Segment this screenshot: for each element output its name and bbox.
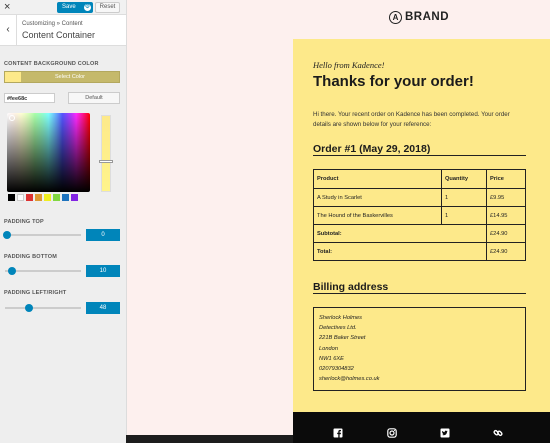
- address-line: 02079304832: [319, 366, 354, 373]
- order-heading-rule: [313, 155, 526, 156]
- billing-heading: Billing address: [313, 281, 389, 293]
- color-picker-handle[interactable]: [9, 115, 15, 121]
- hex-color-input[interactable]: #fee68c: [4, 93, 55, 103]
- facebook-icon[interactable]: [333, 428, 343, 438]
- email-intro-text: Hi there. Your recent order on Kadence h…: [313, 111, 510, 128]
- total-value: £24.90: [486, 242, 526, 261]
- customizer-topbar: × Save ⚙ Reset: [0, 0, 126, 15]
- address-line: NW1 6XE: [319, 355, 344, 362]
- color-palette: [8, 194, 78, 201]
- padding-top-value[interactable]: 0: [86, 229, 120, 241]
- twitter-icon[interactable]: [440, 428, 450, 438]
- palette-swatch[interactable]: [44, 194, 51, 201]
- padding-bottom-value[interactable]: 10: [86, 265, 120, 277]
- table-header-cell: Price: [486, 169, 526, 189]
- order-heading: Order #1 (May 29, 2018): [313, 143, 431, 155]
- table-row: The Hound of the Baskervilles 1 £14.95: [313, 206, 526, 225]
- instagram-icon[interactable]: [387, 428, 397, 438]
- table-cell: 1: [441, 188, 487, 207]
- padding-lr-thumb[interactable]: [25, 304, 33, 312]
- save-label: Save: [62, 4, 76, 10]
- palette-swatch[interactable]: [53, 194, 60, 201]
- table-cell: A Study in Scarlet: [313, 188, 442, 207]
- total-label: Total:: [313, 242, 487, 261]
- table-cell: The Hound of the Baskervilles: [313, 206, 442, 225]
- padding-bottom-label: PADDING BOTTOM: [4, 254, 58, 260]
- gear-icon[interactable]: ⚙: [84, 4, 91, 11]
- back-arrow-icon[interactable]: ‹: [0, 15, 17, 45]
- brand-logo: A BRAND: [389, 9, 449, 25]
- table-cell: 1: [441, 206, 487, 225]
- padding-bottom-slider[interactable]: [5, 270, 81, 272]
- address-line: sherlock@holmes.co.uk: [319, 376, 380, 383]
- email-footer: [293, 412, 550, 443]
- link-icon[interactable]: [493, 428, 503, 438]
- bg-color-label: CONTENT BACKGROUND COLOR: [4, 61, 99, 67]
- table-header-cell: Quantity: [441, 169, 487, 189]
- palette-swatch[interactable]: [71, 194, 78, 201]
- total-row: Total: £24.90: [313, 242, 526, 261]
- padding-lr-slider[interactable]: [5, 307, 81, 309]
- palette-swatch[interactable]: [8, 194, 15, 201]
- billing-address-box: Sherlock Holmes Detectives Ltd. 221B Bak…: [313, 307, 526, 391]
- table-cell: £14.95: [486, 206, 526, 225]
- palette-swatch[interactable]: [35, 194, 42, 201]
- subtotal-row: Subtotal: £24.90: [313, 224, 526, 243]
- address-line: Detectives Ltd.: [319, 325, 357, 332]
- address-line: Sherlock Holmes: [319, 315, 362, 321]
- section-header: ‹ Customizing » Content Content Containe…: [0, 15, 126, 46]
- padding-top-thumb[interactable]: [3, 231, 11, 239]
- address-line: 221B Baker Street: [319, 335, 366, 342]
- table-header-cell: Product: [313, 169, 442, 189]
- palette-swatch[interactable]: [17, 194, 24, 201]
- padding-lr-value[interactable]: 48: [86, 302, 120, 314]
- address-line: London: [319, 345, 338, 352]
- color-picker-area[interactable]: [7, 113, 90, 192]
- table-header-row: Product Quantity Price: [313, 169, 526, 189]
- reset-button[interactable]: Reset: [95, 2, 120, 13]
- section-title: Content Container: [22, 30, 96, 40]
- select-color-button[interactable]: Select Color: [4, 71, 120, 83]
- palette-swatch[interactable]: [62, 194, 69, 201]
- palette-swatch[interactable]: [26, 194, 33, 201]
- customizer-sidebar: × Save ⚙ Reset ‹ Customizing » Content C…: [0, 0, 127, 443]
- padding-top-label: PADDING TOP: [4, 219, 44, 225]
- close-icon[interactable]: ×: [4, 0, 10, 14]
- hue-slider[interactable]: [101, 115, 111, 192]
- email-heading: Thanks for your order!: [313, 73, 474, 90]
- padding-top-slider[interactable]: [5, 234, 81, 236]
- table-row: A Study in Scarlet 1 £9.95: [313, 188, 526, 207]
- brand-name: BRAND: [405, 11, 450, 23]
- color-swatch: [5, 72, 21, 82]
- hue-slider-handle[interactable]: [99, 160, 113, 163]
- breadcrumb: Customizing » Content: [22, 21, 83, 27]
- select-color-label: Select Color: [55, 74, 85, 80]
- padding-bottom-thumb[interactable]: [8, 267, 16, 275]
- default-color-button[interactable]: Default: [68, 92, 120, 104]
- order-table: Product Quantity Price A Study in Scarle…: [313, 169, 526, 261]
- email-greeting: Hello from Kadence!: [313, 60, 385, 70]
- save-button[interactable]: Save ⚙: [57, 2, 93, 13]
- subtotal-label: Subtotal:: [313, 224, 487, 243]
- padding-lr-label: PADDING LEFT/RIGHT: [4, 290, 67, 296]
- table-cell: £9.95: [486, 188, 526, 207]
- subtotal-value: £24.90: [486, 224, 526, 243]
- brand-mark: A: [389, 10, 402, 24]
- billing-heading-rule: [313, 293, 526, 294]
